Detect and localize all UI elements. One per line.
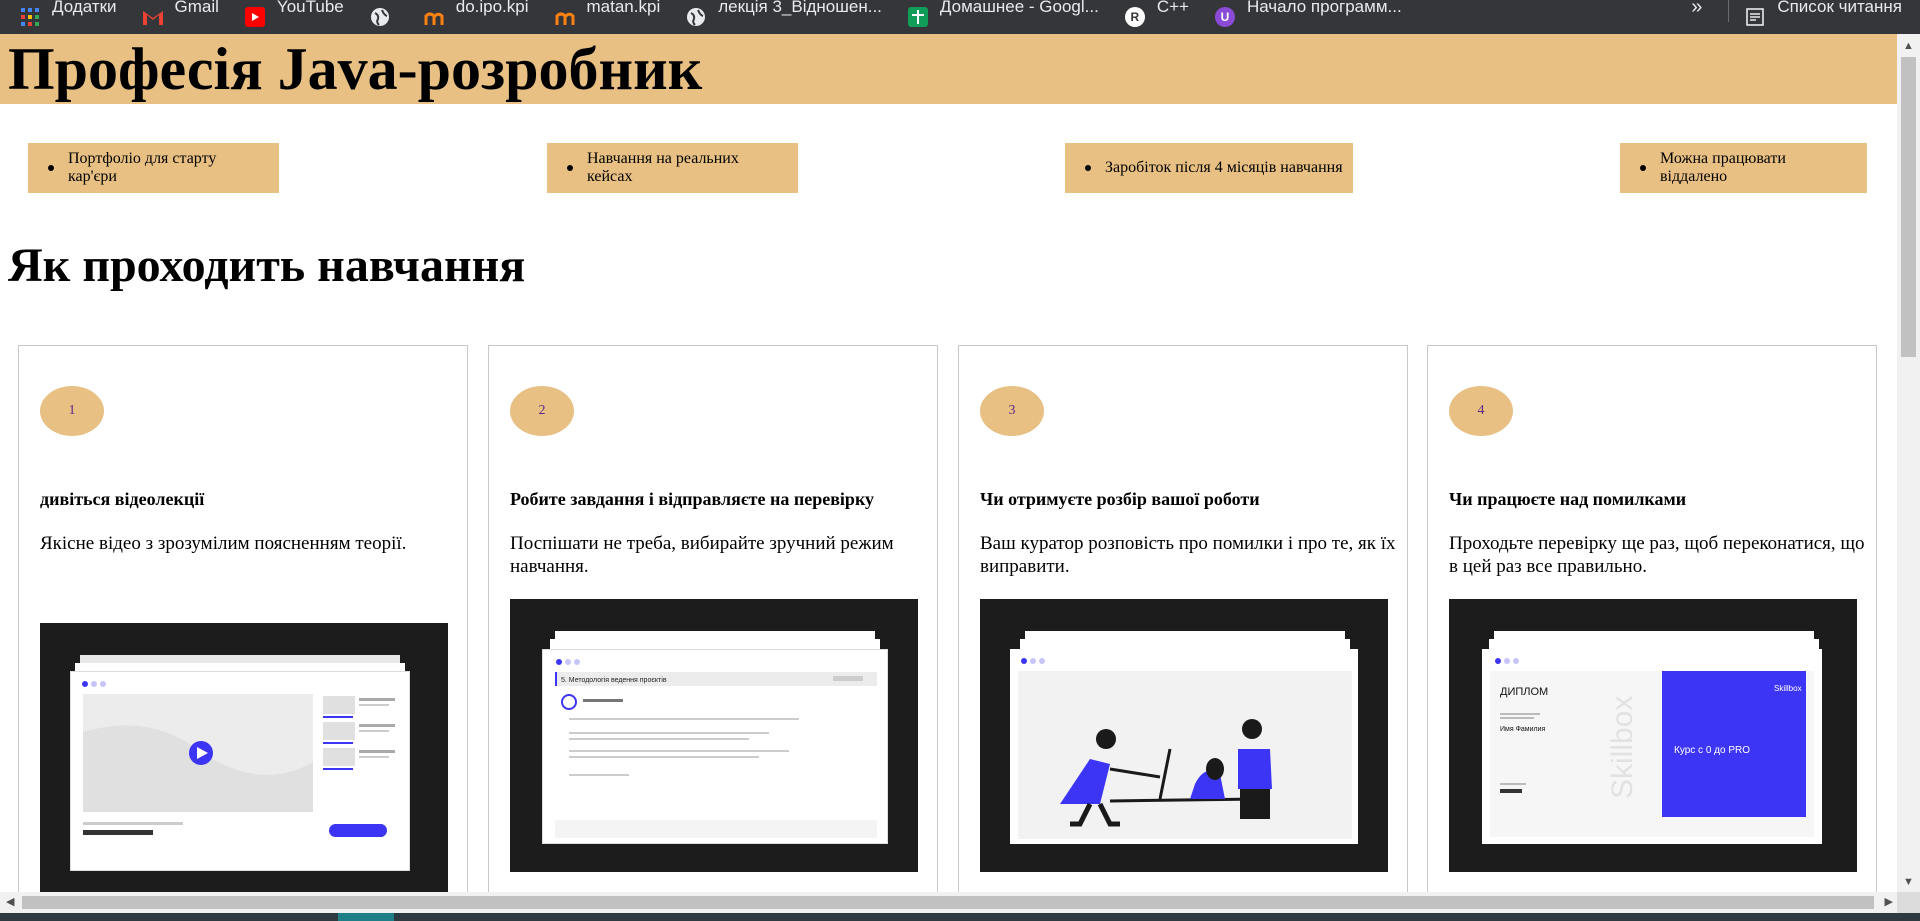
step-card: 1 дивіться відеолекції Якісне відео з зр… <box>18 345 468 892</box>
diploma-screenshot: ДИПЛОМ Имя Фамилия Skillbox Skillbox Кур… <box>1449 599 1857 872</box>
bullet-icon <box>1085 165 1091 171</box>
bookmark-label: do.ipo.kpi <box>455 0 529 16</box>
code-review-illustration <box>980 599 1388 872</box>
step-description: Проходьте перевірку ще раз, щоб перекона… <box>1449 533 1865 577</box>
scrollbar-corner <box>1897 892 1920 913</box>
taskbar <box>0 913 1920 921</box>
bookmark-google-sheets[interactable]: Домашнее - Googl... <box>907 0 1099 34</box>
page-title: Професія Java-розробник <box>8 36 703 102</box>
feature-label: Заробіток після 4 місяців навчання <box>1105 159 1343 176</box>
bookmark-cpp[interactable]: R C++ <box>1124 0 1189 34</box>
image-caption: 5. Методологія ведення проєктів <box>561 676 667 684</box>
site-icon: R <box>1124 7 1145 27</box>
step-description: Ваш куратор розповість про помилки і про… <box>980 533 1396 577</box>
vertical-scrollbar[interactable]: ▲ ▼ <box>1897 34 1920 892</box>
diploma-course: Курс с 0 до PRO <box>1674 745 1750 756</box>
task-submission-screenshot: 5. Методологія ведення проєктів <box>510 599 918 872</box>
site-icon: U <box>1214 7 1235 27</box>
youtube-icon <box>244 7 265 27</box>
globe-icon <box>686 7 706 27</box>
bullet-icon <box>567 165 573 171</box>
bookmarks-bar: Додатки Gmail YouTube do.ipo.kpi matan.k… <box>0 0 1920 34</box>
diploma-watermark: Skillbox <box>1606 696 1639 799</box>
page-viewport: Професія Java-розробник Портфоліо для ст… <box>0 34 1897 892</box>
step-number: 4 <box>1449 386 1513 436</box>
reading-list-label: Список читання <box>1777 0 1902 16</box>
diploma-heading: ДИПЛОМ <box>1500 686 1548 698</box>
feature-list: Портфоліо для старту кар'єри Навчання на… <box>0 143 1897 193</box>
bookmark-label: YouTube <box>276 0 344 16</box>
scroll-right-icon[interactable]: ▶ <box>1885 895 1893 908</box>
step-title: Чи отримуєте розбір вашої роботи <box>980 489 1260 509</box>
feature-item: Заробіток після 4 місяців навчання <box>1065 143 1353 193</box>
scroll-up-icon[interactable]: ▲ <box>1903 40 1914 52</box>
gmail-icon <box>142 7 163 27</box>
scrollbar-thumb[interactable] <box>22 896 1874 909</box>
globe-icon <box>370 7 390 27</box>
hero-banner: Професія Java-розробник <box>0 34 1897 104</box>
step-title: Робите завдання і відправляєте на переві… <box>510 489 875 509</box>
bookmark-gmail[interactable]: Gmail <box>142 0 219 34</box>
bookmark-label: лекція 3_Відношен... <box>718 0 882 16</box>
google-sheets-icon <box>907 7 928 27</box>
feature-item: Навчання на реальних кейсах <box>547 143 798 193</box>
bullet-icon <box>48 165 54 171</box>
section-title: Як проходить навчання <box>8 239 526 292</box>
step-description: Поспішати не треба, вибирайте зручний ре… <box>510 533 894 577</box>
reading-list-icon <box>1745 7 1765 27</box>
more-bookmarks-button[interactable]: » <box>1691 0 1702 19</box>
bookmark-lecture[interactable]: лекція 3_Відношен... <box>686 0 882 34</box>
step-number: 2 <box>510 386 574 436</box>
feature-label: Можна працювати віддалено <box>1660 150 1786 185</box>
step-description: Якісне відео з зрозумілим поясненням тео… <box>40 533 407 554</box>
bookmark-matan-kpi[interactable]: matan.kpi <box>555 0 661 34</box>
step-card: 3 Чи отримуєте розбір вашої роботи Ваш к… <box>958 345 1408 892</box>
diploma-name: Имя Фамилия <box>1500 726 1546 733</box>
bookmark-youtube[interactable]: YouTube <box>244 0 344 34</box>
bookmark-apps[interactable]: Додатки <box>20 0 117 34</box>
bookmark-label: Начало программ... <box>1246 0 1402 16</box>
horizontal-scrollbar[interactable]: ◀ ▶ <box>0 892 1897 913</box>
bookmark-globe[interactable] <box>370 0 402 34</box>
feature-item: Портфоліо для старту кар'єри <box>28 143 279 193</box>
moodle-icon <box>555 7 575 27</box>
bookmark-label: C++ <box>1156 0 1189 16</box>
bookmark-programming[interactable]: U Начало программ... <box>1214 0 1402 34</box>
moodle-icon <box>424 7 444 27</box>
scroll-left-icon[interactable]: ◀ <box>6 895 14 908</box>
divider <box>1728 0 1730 22</box>
video-lecture-screenshot <box>40 623 448 892</box>
feature-label: Навчання на реальних кейсах <box>587 150 739 185</box>
scrollbar-thumb[interactable] <box>1901 57 1916 357</box>
step-title: дивіться відеолекції <box>40 489 205 509</box>
step-card: 2 Робите завдання і відправляєте на пере… <box>488 345 938 892</box>
bookmark-label: Додатки <box>52 0 117 16</box>
feature-label: Портфоліо для старту кар'єри <box>68 150 217 185</box>
active-task-indicator <box>338 913 394 921</box>
bookmark-label: Gmail <box>174 0 219 16</box>
bookmark-label: Домашнее - Googl... <box>939 0 1099 16</box>
step-number: 3 <box>980 386 1044 436</box>
bookmark-label: matan.kpi <box>586 0 661 16</box>
step-card: 4 Чи працюєте над помилками Проходьте пе… <box>1427 345 1877 892</box>
step-title: Чи працюєте над помилками <box>1449 489 1687 509</box>
bookmarks-right: » Список читання <box>1691 0 1920 34</box>
feature-item: Можна працювати віддалено <box>1620 143 1867 193</box>
bullet-icon <box>1640 165 1646 171</box>
reading-list-button[interactable]: Список читання <box>1745 0 1902 34</box>
bookmark-do-ipo-kpi[interactable]: do.ipo.kpi <box>424 0 529 34</box>
scroll-down-icon[interactable]: ▼ <box>1903 876 1914 888</box>
apps-grid-icon <box>20 7 40 27</box>
diploma-brand: Skillbox <box>1774 684 1802 693</box>
step-number: 1 <box>40 386 104 436</box>
